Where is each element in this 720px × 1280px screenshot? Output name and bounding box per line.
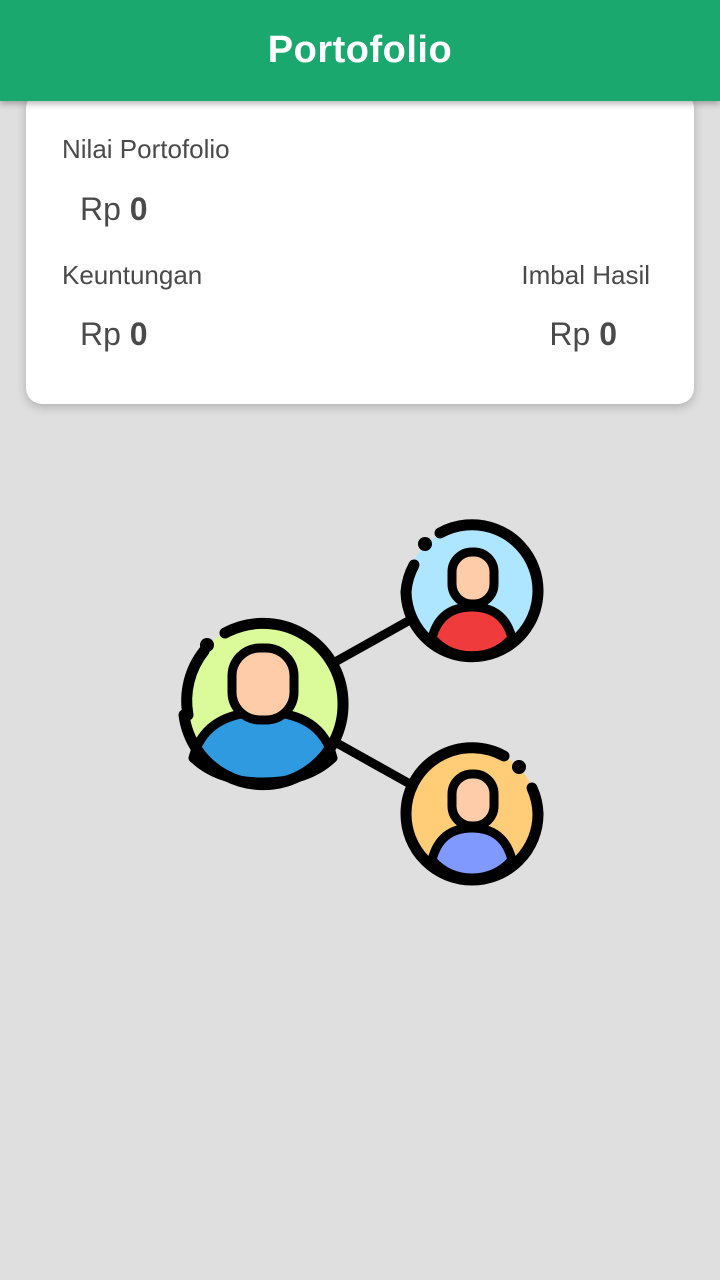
network-users-icon [170, 510, 560, 900]
page-title: Portofolio [267, 29, 453, 71]
profit-amount: 0 [129, 316, 148, 352]
portfolio-value-currency: Rp [80, 191, 121, 227]
portfolio-summary-card: Nilai Portofolio Rp 0 Keuntungan Rp 0 Im… [26, 92, 694, 404]
portfolio-value-label: Nilai Portofolio [62, 134, 230, 164]
profit-label: Keuntungan [62, 260, 203, 290]
user-avatar-large-icon [178, 617, 349, 791]
profit-value: Rp 0 [80, 318, 148, 350]
app-bar: Portofolio [0, 0, 720, 101]
portfolio-value-amount: 0 [129, 191, 148, 227]
return-amount: 0 [599, 316, 617, 352]
profit-currency: Rp [80, 316, 121, 352]
user-avatar-red-icon [400, 519, 544, 663]
return-label: Imbal Hasil [521, 260, 650, 290]
return-currency: Rp [549, 316, 591, 352]
return-value: Rp 0 [549, 318, 617, 350]
user-avatar-blue-icon [400, 742, 544, 886]
portfolio-value: Rp 0 [80, 193, 148, 225]
